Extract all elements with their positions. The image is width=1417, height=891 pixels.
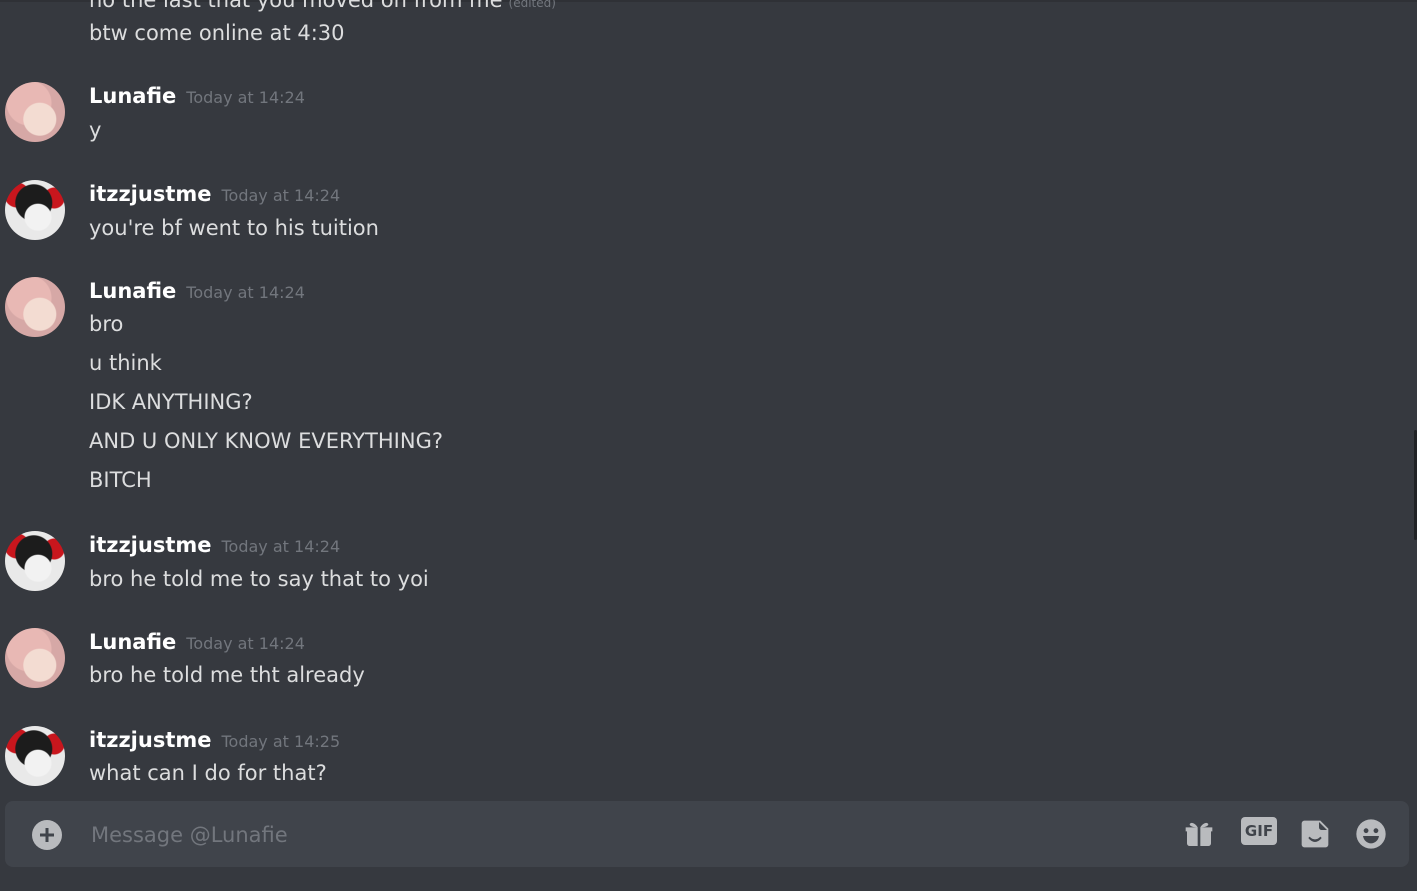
avatar[interactable]	[5, 628, 65, 688]
cutoff-message: no the last that you moved on from me (ed…	[89, 0, 556, 12]
message-line: IDK ANYTHING?	[89, 390, 253, 414]
avatar[interactable]	[5, 531, 65, 591]
message-line: u think	[89, 351, 162, 375]
message-header: Lunafie Today at 14:24	[89, 277, 305, 307]
message-line: what can I do for that?	[89, 761, 327, 785]
message-composer: GIF	[5, 801, 1409, 867]
message-line: btw come online at 4:30	[89, 21, 345, 45]
message-header: itzzjustme Today at 14:24	[89, 180, 340, 210]
message-line: bro he told me to say that to yoi	[89, 567, 429, 591]
timestamp: Today at 14:25	[221, 732, 341, 751]
avatar[interactable]	[5, 726, 65, 786]
avatar[interactable]	[5, 277, 65, 337]
timestamp: Today at 14:24	[221, 537, 341, 556]
message-header: itzzjustme Today at 14:24	[89, 531, 340, 561]
plus-circle-icon[interactable]	[32, 820, 62, 850]
gift-icon[interactable]	[1183, 818, 1215, 850]
avatar[interactable]	[5, 82, 65, 142]
message-header: itzzjustme Today at 14:25	[89, 726, 340, 756]
gif-icon[interactable]: GIF	[1241, 817, 1277, 845]
username[interactable]: itzzjustme	[89, 182, 212, 206]
edited-tag: (edited)	[508, 0, 556, 10]
message-header: Lunafie Today at 14:24	[89, 628, 305, 658]
message-input[interactable]	[89, 817, 1173, 853]
message-line: bro he told me tht already	[89, 663, 365, 687]
emoji-icon[interactable]	[1355, 818, 1387, 850]
username[interactable]: itzzjustme	[89, 533, 212, 557]
timestamp: Today at 14:24	[186, 634, 305, 653]
message-header: Lunafie Today at 14:24	[89, 82, 305, 112]
username[interactable]: Lunafie	[89, 630, 176, 654]
message-line: BITCH	[89, 468, 152, 492]
timestamp: Today at 14:24	[186, 283, 305, 302]
message-line: you're bf went to his tuition	[89, 216, 379, 240]
sticker-icon[interactable]	[1299, 818, 1331, 850]
username[interactable]: Lunafie	[89, 279, 176, 303]
avatar[interactable]	[5, 180, 65, 240]
cutoff-message-text: no the last that you moved on from me	[89, 0, 503, 12]
username[interactable]: Lunafie	[89, 84, 176, 108]
message-line: bro	[89, 312, 124, 336]
message-line: AND U ONLY KNOW EVERYTHING?	[89, 429, 443, 453]
message-line: y	[89, 118, 102, 142]
timestamp: Today at 14:24	[186, 88, 305, 107]
username[interactable]: itzzjustme	[89, 728, 212, 752]
timestamp: Today at 14:24	[221, 186, 341, 205]
